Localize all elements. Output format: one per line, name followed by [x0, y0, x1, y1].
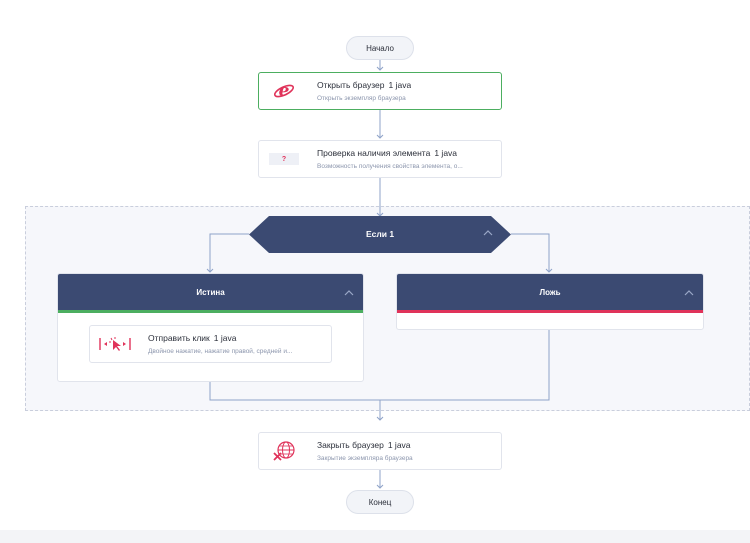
- check-element-tag: 1 java: [434, 148, 458, 158]
- close-browser-subtitle: Закрытие экземпляра браузера: [317, 455, 413, 462]
- close-browser-title: Закрыть браузер: [317, 440, 384, 450]
- end-label: Конец: [368, 497, 392, 507]
- check-element-subtitle: Возможность получения свойства элемента,…: [317, 163, 463, 170]
- false-branch-label: Ложь: [539, 287, 561, 297]
- send-click-tag: 1 java: [213, 333, 237, 343]
- true-branch-header[interactable]: Истина: [58, 274, 363, 310]
- false-branch: Ложь: [396, 273, 704, 330]
- chevron-up-icon[interactable]: [343, 288, 355, 298]
- send-click-subtitle: Двойное нажатие, нажатие правой, средней…: [148, 348, 293, 355]
- flow-canvas: Начало e Открыть браузер 1 java Открыть э…: [0, 0, 750, 543]
- chevron-up-icon[interactable]: [482, 228, 494, 238]
- false-branch-header[interactable]: Ложь: [397, 274, 703, 310]
- ie-browser-icon: e: [267, 78, 301, 104]
- close-browser-node[interactable]: Закрыть браузер 1 java Закрытие экземпляр…: [258, 432, 502, 470]
- send-click-title: Отправить клик: [148, 333, 210, 343]
- globe-close-icon: [267, 438, 301, 464]
- open-browser-subtitle: Открыть экземпляр браузера: [317, 95, 406, 102]
- condition-label: Если 1: [365, 229, 395, 239]
- chevron-up-icon[interactable]: [683, 288, 695, 298]
- svg-text:e: e: [279, 81, 290, 101]
- cursor-click-icon: [98, 331, 132, 357]
- true-branch-label: Истина: [196, 287, 225, 297]
- start-label: Начало: [366, 43, 394, 53]
- end-node[interactable]: Конец: [346, 490, 414, 514]
- false-branch-stripe: [397, 310, 703, 313]
- check-element-title: Проверка наличия элемента: [317, 148, 431, 158]
- true-branch-stripe: [58, 310, 363, 313]
- open-browser-node[interactable]: e Открыть браузер 1 java Открыть экземпля…: [258, 72, 502, 110]
- send-click-node[interactable]: Отправить клик 1 java Двойное нажатие, на…: [89, 325, 332, 363]
- close-browser-tag: 1 java: [387, 440, 411, 450]
- check-element-node[interactable]: ? Проверка наличия элемента 1 java Возмож…: [258, 140, 502, 178]
- question-icon: ?: [267, 146, 301, 172]
- start-node[interactable]: Начало: [346, 36, 414, 60]
- open-browser-tag: 1 java: [388, 80, 412, 90]
- open-browser-title: Открыть браузер: [317, 80, 385, 90]
